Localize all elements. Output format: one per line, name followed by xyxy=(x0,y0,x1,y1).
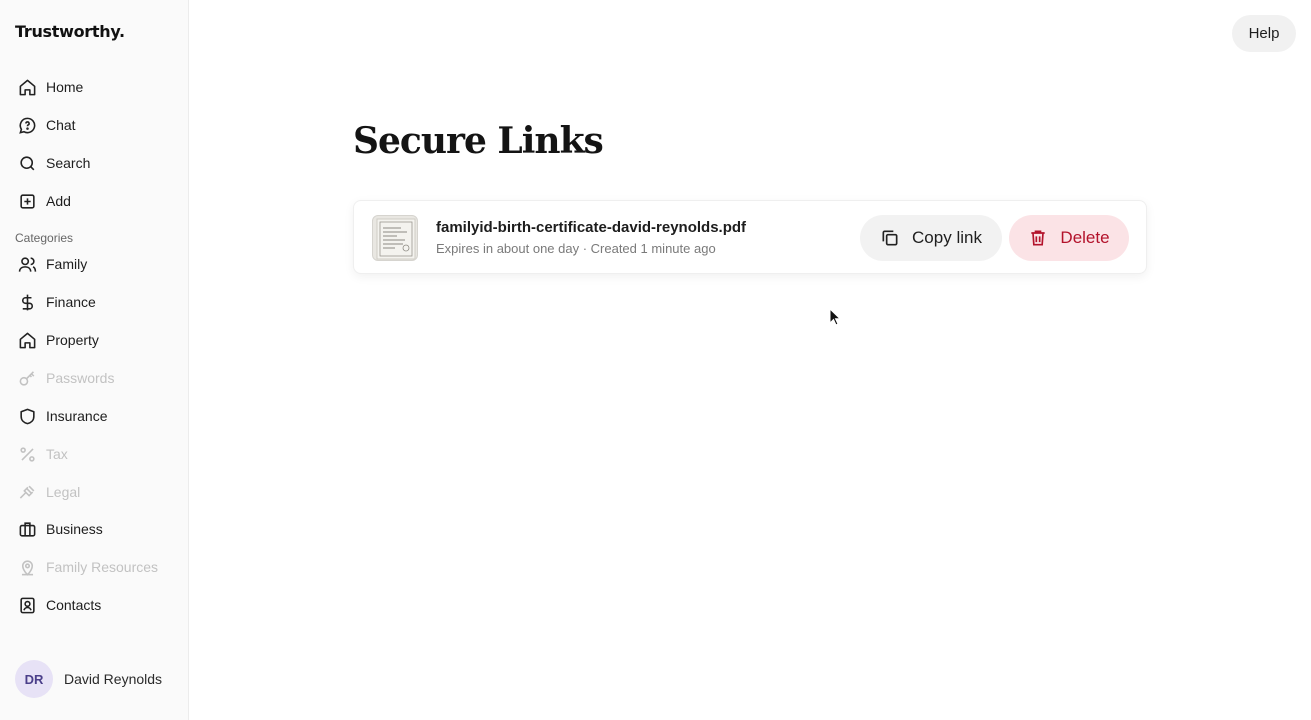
sidebar-item-tax: Tax xyxy=(18,442,178,466)
sidebar-item-finance[interactable]: Finance xyxy=(18,290,178,314)
contact-book-icon xyxy=(20,597,35,613)
sidebar-item-label: Property xyxy=(46,332,99,348)
sidebar-item-family-resources: Family Resources xyxy=(18,555,178,579)
trash-icon xyxy=(1031,230,1046,246)
page-title: Secure Links xyxy=(353,120,604,162)
user-profile[interactable]: DR David Reynolds xyxy=(15,660,162,698)
sidebar-item-label: Tax xyxy=(46,446,68,462)
gavel-icon xyxy=(19,485,35,499)
sidebar-item-passwords: Passwords xyxy=(18,366,178,390)
sidebar-item-label: Business xyxy=(46,521,103,537)
app-logo[interactable]: Trustworthy. xyxy=(15,22,125,41)
nav-item-add[interactable]: Add xyxy=(18,189,178,213)
sidebar-item-property[interactable]: Property xyxy=(18,328,178,352)
copy-link-button[interactable]: Copy link xyxy=(860,215,1002,261)
map-pin-icon xyxy=(21,559,34,576)
sidebar-item-legal: Legal xyxy=(18,480,178,504)
plus-square-icon xyxy=(20,193,35,209)
sidebar-item-contacts[interactable]: Contacts xyxy=(18,593,178,617)
mouse-cursor-icon xyxy=(829,308,841,326)
dollar-icon xyxy=(22,294,33,310)
sidebar-item-label: Contacts xyxy=(46,597,102,613)
home-icon xyxy=(19,79,36,95)
sidebar-item-label: Finance xyxy=(46,294,96,310)
chat-icon xyxy=(19,117,36,134)
key-icon xyxy=(19,370,35,386)
sidebar-item-family[interactable]: Family xyxy=(18,252,178,276)
sidebar-item-insurance[interactable]: Insurance xyxy=(18,404,178,428)
copy-link-label: Copy link xyxy=(912,228,982,247)
nav-item-label: Home xyxy=(46,79,84,95)
home-icon xyxy=(19,332,36,348)
file-name: familyid-birth-certificate-david-reynold… xyxy=(436,219,747,236)
nav-item-label: Chat xyxy=(46,117,76,133)
sidebar-item-business[interactable]: Business xyxy=(18,517,178,541)
nav-item-chat[interactable]: Chat xyxy=(18,113,178,137)
copy-icon xyxy=(882,230,898,246)
search-icon xyxy=(20,155,35,170)
shield-icon xyxy=(20,408,35,424)
delete-label: Delete xyxy=(1060,228,1110,247)
help-button[interactable]: Help xyxy=(1232,15,1296,52)
sidebar-item-label: Legal xyxy=(46,484,81,500)
percent-icon xyxy=(20,446,35,462)
avatar: DR xyxy=(15,660,53,698)
sidebar-item-label: Family xyxy=(46,256,88,272)
nav-item-label: Add xyxy=(46,193,71,209)
sidebar-item-label: Passwords xyxy=(46,370,115,386)
users-icon xyxy=(18,256,37,272)
secure-link-card: familyid-birth-certificate-david-reynold… xyxy=(353,200,1147,274)
sidebar-item-label: Insurance xyxy=(46,408,108,424)
user-name: David Reynolds xyxy=(64,671,163,687)
nav-item-label: Search xyxy=(46,155,91,171)
sidebar: Trustworthy. Home Chat Search Add Catego… xyxy=(0,0,189,720)
nav-item-home[interactable]: Home xyxy=(18,75,178,99)
categories-heading: Categories xyxy=(15,231,74,245)
link-meta: Expires in about one day · Created 1 min… xyxy=(436,241,716,256)
document-thumbnail[interactable] xyxy=(372,215,418,261)
briefcase-icon xyxy=(19,521,36,537)
delete-button[interactable]: Delete xyxy=(1009,215,1129,261)
nav-item-search[interactable]: Search xyxy=(18,151,178,175)
sidebar-item-label: Family Resources xyxy=(46,559,159,575)
